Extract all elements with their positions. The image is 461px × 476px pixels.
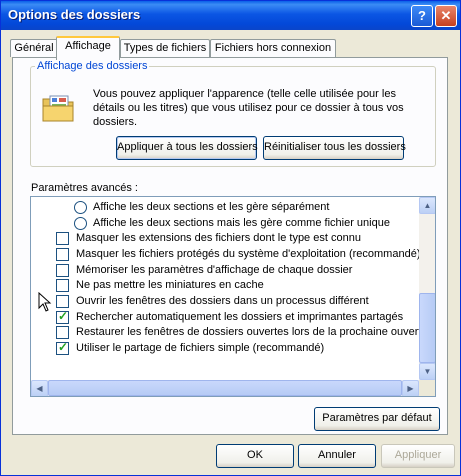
vertical-scroll-thumb[interactable] bbox=[419, 293, 435, 363]
window-title: Options des dossiers bbox=[8, 7, 141, 22]
radio-button[interactable] bbox=[74, 201, 87, 214]
checkbox-checked[interactable]: ✓ bbox=[56, 309, 69, 324]
vertical-scrollbar[interactable]: ▲ ▼ bbox=[419, 197, 435, 380]
checkbox[interactable] bbox=[56, 264, 69, 277]
scroll-right-icon[interactable]: ▶ bbox=[402, 380, 419, 396]
close-button[interactable]: ✕ bbox=[435, 5, 457, 27]
reset-all-folders-button[interactable]: Réinitialiser tous les dossiers bbox=[263, 136, 406, 160]
checkbox-checked[interactable]: ✓ bbox=[56, 340, 69, 355]
scrollbar-corner bbox=[419, 380, 435, 396]
folder-options-window: Options des dossiers ? ✕ Général Afficha… bbox=[0, 0, 461, 476]
default-settings-button[interactable]: Paramètres par défaut bbox=[314, 407, 440, 431]
tab-affichage[interactable]: Affichage bbox=[56, 36, 120, 60]
advanced-settings-label: Paramètres avancés : bbox=[31, 182, 138, 194]
folder-view-group: Vous pouvez appliquer l'apparence (telle… bbox=[30, 66, 436, 167]
checkbox[interactable] bbox=[56, 232, 69, 245]
help-button[interactable]: ? bbox=[411, 5, 433, 27]
apply-to-all-folders-button[interactable]: Appliquer à tous les dossiers bbox=[116, 136, 258, 160]
tab-panel-affichage: Vous pouvez appliquer l'apparence (telle… bbox=[12, 57, 448, 435]
folder-view-group-title: Affichage des dossiers bbox=[35, 60, 150, 72]
scroll-down-icon[interactable]: ▼ bbox=[419, 363, 435, 380]
mouse-cursor-icon bbox=[38, 292, 52, 312]
title-bar[interactable]: Options des dossiers ? ✕ bbox=[1, 1, 460, 30]
folder-view-description: Vous pouvez appliquer l'apparence (telle… bbox=[93, 88, 404, 128]
cancel-button[interactable]: Annuler bbox=[298, 444, 376, 468]
tab-fichiers-hors-connexion[interactable]: Fichiers hors connexion bbox=[210, 39, 336, 57]
apply-button[interactable]: Appliquer bbox=[381, 444, 455, 468]
tab-general[interactable]: Général bbox=[10, 39, 58, 57]
ok-button[interactable]: OK bbox=[216, 444, 294, 468]
checkbox[interactable] bbox=[56, 279, 69, 292]
tab-types-de-fichiers[interactable]: Types de fichiers bbox=[120, 39, 210, 57]
advanced-settings-list[interactable]: Affiche les deux sections et les gère sé… bbox=[30, 196, 436, 397]
scroll-left-icon[interactable]: ◀ bbox=[31, 380, 48, 396]
horizontal-scroll-thumb[interactable] bbox=[48, 380, 402, 396]
checkbox[interactable] bbox=[56, 295, 69, 308]
checkbox[interactable] bbox=[56, 248, 69, 261]
scroll-up-icon[interactable]: ▲ bbox=[419, 197, 435, 214]
folder-view-icon bbox=[42, 95, 74, 122]
checkbox[interactable] bbox=[56, 326, 69, 339]
horizontal-scrollbar[interactable]: ◀ ▶ bbox=[31, 380, 419, 396]
radio-button[interactable] bbox=[74, 217, 87, 230]
